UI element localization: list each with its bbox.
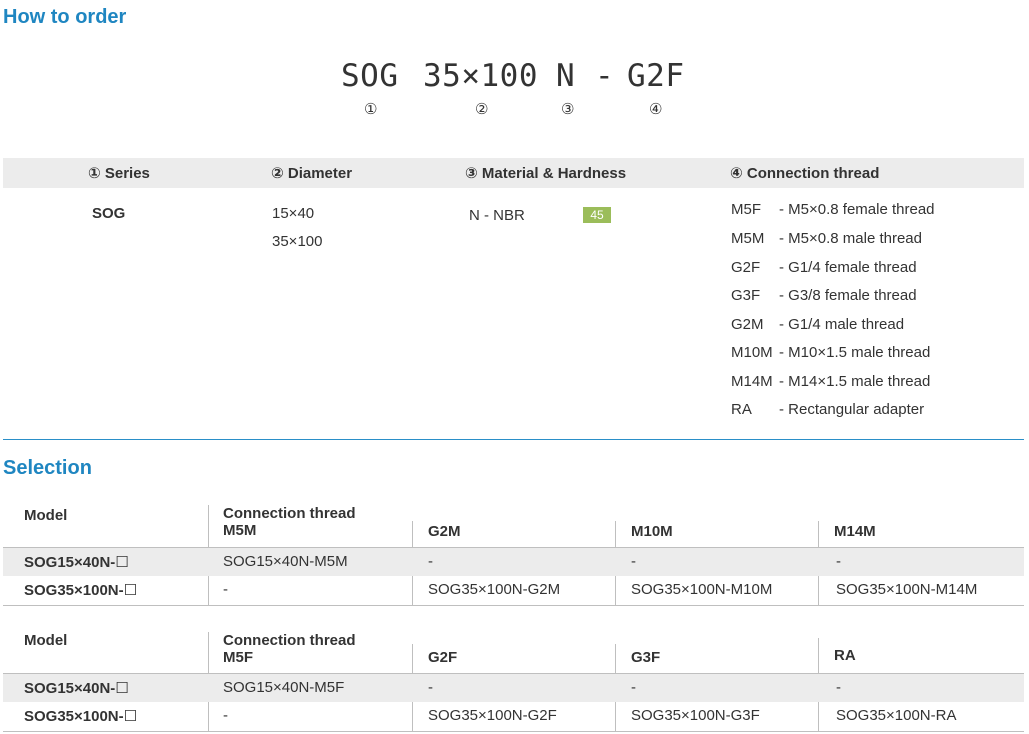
selection-table-1: Model Connection thread M5M G2M M10M M14… xyxy=(3,500,1024,606)
code-series: SOG xyxy=(341,58,399,94)
diameter-value-2: 35×100 xyxy=(272,233,323,250)
connection-thread-header: Connection thread xyxy=(223,632,356,649)
column-header: G2F xyxy=(428,649,458,666)
diameter-value-1: 15×40 xyxy=(272,205,315,222)
order-code: SOG 35×100 N - G2F ① ② ③ ④ xyxy=(0,58,1029,118)
model-header: Model xyxy=(24,507,68,524)
series-value: SOG xyxy=(92,205,126,222)
column-header: G2M xyxy=(428,523,461,540)
table-row: SOG15×40N-☐ SOG15×40N-M5F - - - xyxy=(3,674,1024,702)
code-material: N xyxy=(556,58,576,94)
column-header: M5M xyxy=(223,522,257,539)
thread-item: M14M - M14×1.5 male thread xyxy=(731,373,931,390)
thread-item: G2M - G1/4 male thread xyxy=(731,316,905,333)
hardness-badge: 45 xyxy=(583,207,611,223)
code-diameter: 35×100 xyxy=(423,58,538,94)
material-value: N - NBR xyxy=(469,207,525,224)
table-row: SOG35×100N-☐ - SOG35×100N-G2M SOG35×100N… xyxy=(24,581,978,599)
header-diameter: ② Diameter xyxy=(271,165,353,182)
table-row: SOG35×100N-☐ - SOG35×100N-G2F SOG35×100N… xyxy=(24,707,957,725)
code-dash: - xyxy=(595,58,615,94)
code-thread: G2F xyxy=(627,58,685,94)
model-header: Model xyxy=(24,632,68,649)
connection-thread-header: Connection thread xyxy=(223,505,356,522)
table-bottom-rule xyxy=(3,731,1024,732)
selection-table-2: Model Connection thread M5F G2F G3F RA S… xyxy=(3,626,1024,732)
thread-item: M5F - M5×0.8 female thread xyxy=(731,201,935,218)
selection-title: Selection xyxy=(3,457,92,479)
code-number-2: ② xyxy=(475,100,489,118)
code-number-4: ④ xyxy=(649,100,663,118)
section-divider xyxy=(3,439,1024,440)
table-bottom-rule xyxy=(3,605,1024,606)
header-series: ① Series xyxy=(88,165,150,182)
column-header: M10M xyxy=(631,523,673,540)
column-header: RA xyxy=(834,647,856,664)
column-header: G3F xyxy=(631,649,661,666)
code-number-3: ③ xyxy=(561,100,575,118)
thread-item: M10M - M10×1.5 male thread xyxy=(731,344,931,361)
thread-item: G3F - G3/8 female thread xyxy=(731,287,917,304)
column-header: M14M xyxy=(834,523,876,540)
thread-item: G2F - G1/4 female thread xyxy=(731,259,917,276)
table-row: SOG15×40N-☐ SOG15×40N-M5M - - - xyxy=(3,548,1024,576)
header-thread: ④ Connection thread xyxy=(730,165,880,182)
thread-item: M5M - M5×0.8 male thread xyxy=(731,230,922,247)
code-number-1: ① xyxy=(364,100,378,118)
order-table-header: ① Series ② Diameter ③ Material & Hardnes… xyxy=(3,158,1024,188)
column-header: M5F xyxy=(223,649,253,666)
how-to-order-title: How to order xyxy=(3,6,127,28)
header-material: ③ Material & Hardness xyxy=(465,165,627,182)
thread-item: RA - Rectangular adapter xyxy=(731,401,925,418)
